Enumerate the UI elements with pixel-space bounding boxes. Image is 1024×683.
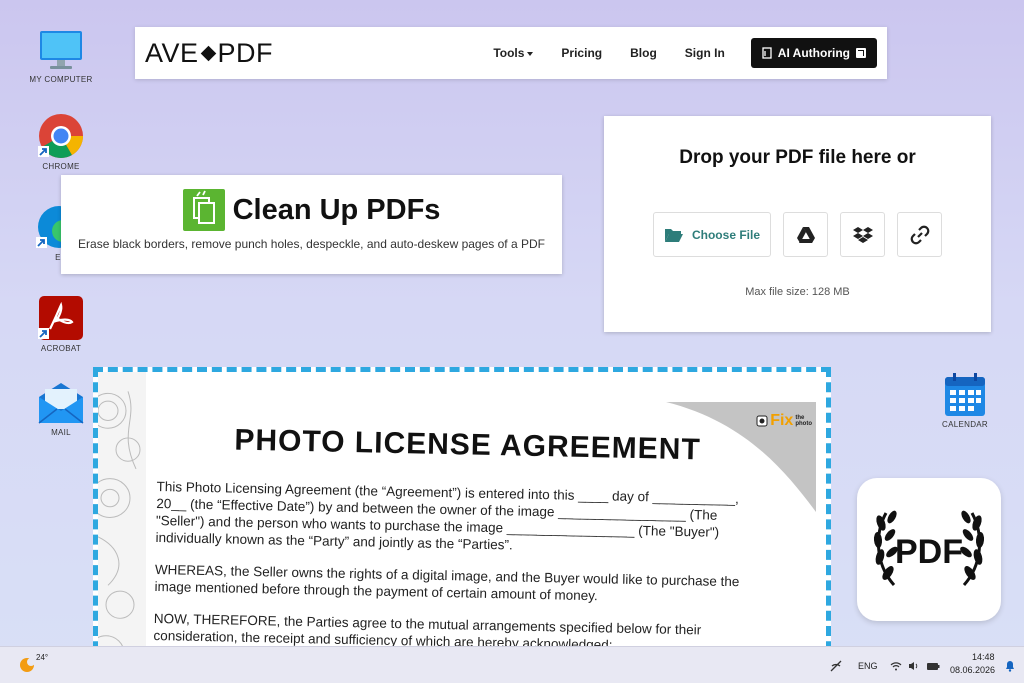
notification-bell-icon[interactable] (1004, 660, 1016, 672)
desktop-icon-label: MAIL (51, 428, 71, 437)
ai-document-icon (762, 47, 772, 59)
desktop-icon-label: ACROBAT (40, 344, 82, 353)
nav-sign-in-link[interactable]: Sign In (685, 46, 725, 60)
dropbox-button[interactable] (840, 212, 885, 257)
ave-pdf-logo[interactable]: AVE PDF (145, 38, 273, 69)
desktop-icon-mail[interactable]: MAIL (21, 381, 101, 437)
taskbar: 24° ENG 14:48 08.06.2026 (0, 646, 1024, 683)
pdf-laurel-icon: PDF (873, 510, 985, 586)
desktop-icon-chrome[interactable]: CHROME (21, 113, 101, 171)
google-drive-button[interactable] (783, 212, 828, 257)
agreement-paragraph-2: WHEREAS, the Seller owns the rights of a… (154, 561, 740, 604)
battery-icon[interactable] (926, 661, 940, 671)
floral-ornament-icon (98, 372, 146, 683)
wifi-icon[interactable] (890, 661, 902, 671)
document-page: Fix the photo PHOTO LICENSE AGREEMENT Thi… (98, 372, 826, 683)
language-indicator[interactable]: ENG (858, 661, 878, 671)
logo-right-text: PDF (217, 37, 274, 68)
caret-down-icon (527, 51, 534, 56)
agreement-paragraph-1: This Photo Licensing Agreement (the “Agr… (155, 478, 740, 553)
desktop-icon-calendar[interactable]: CALENDAR (925, 373, 1005, 429)
desktop-icon-acrobat[interactable]: ACROBAT (21, 295, 101, 353)
clean-up-subtitle: Erase black borders, remove punch holes,… (78, 237, 545, 251)
link-icon (910, 225, 929, 244)
monitor-icon (40, 31, 82, 69)
upload-source-buttons: Choose File (604, 212, 991, 257)
nav-tools-label: Tools (493, 46, 525, 60)
desktop-icon-label: MY COMPUTER (29, 75, 93, 84)
mail-icon (38, 383, 84, 424)
nav-pricing-link[interactable]: Pricing (561, 46, 602, 60)
clock-time[interactable]: 14:48 (972, 652, 995, 662)
drop-zone-title: Drop your PDF file here or (679, 147, 916, 168)
fix-logo-photo: photo (795, 421, 812, 427)
nav-links: Tools Pricing Blog Sign In AI Authoring (479, 38, 877, 68)
dropbox-icon (852, 226, 873, 243)
acrobat-icon (38, 296, 83, 340)
choose-file-label: Choose File (691, 227, 760, 242)
desktop-icon-label: CHROME (42, 162, 80, 171)
pdf-tile-text: PDF (895, 533, 963, 571)
fix-logo-icon (756, 415, 768, 427)
nav-blog-link[interactable]: Blog (630, 46, 657, 60)
clock-date[interactable]: 08.06.2026 (950, 665, 995, 675)
google-drive-icon (796, 226, 815, 243)
choose-file-button[interactable]: Choose File (653, 212, 771, 257)
volume-icon[interactable] (908, 661, 920, 671)
pdf-app-tile[interactable]: PDF (857, 478, 1001, 621)
weather-widget[interactable]: 24° (18, 652, 49, 673)
logo-left-text: AVE (145, 37, 199, 68)
chrome-icon (38, 114, 83, 158)
weather-sun-icon (20, 658, 35, 672)
fix-logo-subtext: the photo (795, 415, 812, 427)
max-file-size-note: Max file size: 128 MB (745, 286, 850, 298)
logo-diamond-icon (200, 45, 216, 61)
fix-the-photo-logo: Fix the photo (756, 412, 812, 430)
agreement-text-block: PHOTO LICENSE AGREEMENT This Photo Licen… (153, 422, 758, 672)
nav-tools-dropdown[interactable]: Tools (493, 46, 534, 60)
ai-authoring-label: AI Authoring (777, 46, 850, 60)
fix-logo-text: Fix (770, 412, 794, 429)
url-link-button[interactable] (897, 212, 942, 257)
weather-temp: 24° (36, 652, 49, 662)
ai-authoring-button[interactable]: AI Authoring (750, 38, 877, 68)
site-navbar: AVE PDF Tools Pricing Blog Sign In AI Au… (135, 27, 887, 79)
desktop-icon-my-computer[interactable]: MY COMPUTER (21, 30, 101, 84)
external-arrow-icon (856, 48, 866, 58)
folder-open-icon (664, 228, 683, 242)
network-status-icon[interactable] (830, 660, 842, 672)
file-drop-zone[interactable]: Drop your PDF file here or Choose File M… (604, 116, 991, 332)
desktop-icon-label: CALENDAR (942, 420, 988, 429)
document-preview-image: Fix the photo PHOTO LICENSE AGREEMENT Thi… (93, 367, 831, 683)
clean-up-title-row: Clean Up PDFs (61, 189, 562, 231)
clean-up-title: Clean Up PDFs (232, 193, 441, 226)
clean-up-header-card: Clean Up PDFs Erase black borders, remov… (61, 175, 562, 274)
clean-up-tool-icon (182, 189, 225, 231)
calendar-icon (945, 373, 985, 416)
